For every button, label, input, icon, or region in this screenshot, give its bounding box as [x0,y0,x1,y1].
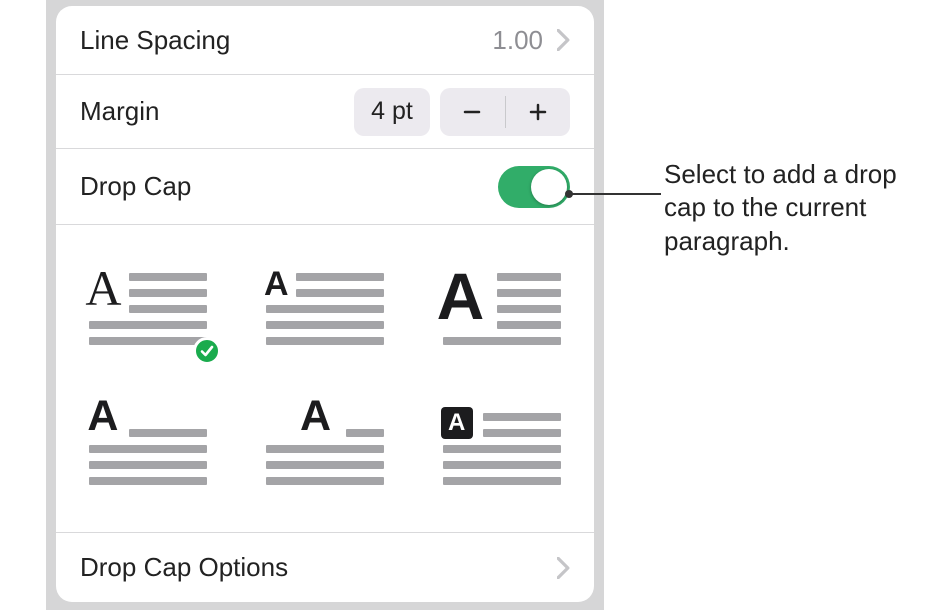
toggle-knob [531,169,567,205]
line-spacing-value: 1.00 [492,25,543,56]
drop-cap-options-label: Drop Cap Options [80,552,557,583]
drop-cap-style-6[interactable]: A [423,399,580,499]
margin-label: Margin [80,96,354,127]
drop-cap-styles-grid: A A [56,229,594,529]
drop-cap-row: Drop Cap [56,148,594,224]
drop-cap-options-row[interactable]: Drop Cap Options [56,532,594,602]
line-spacing-row[interactable]: Line Spacing 1.00 [56,6,594,74]
drop-cap-label: Drop Cap [80,171,498,202]
checkmark-icon [193,337,221,365]
drop-cap-toggle[interactable] [498,166,570,208]
callout-leader-line [567,193,661,195]
drop-cap-style-5[interactable]: A [247,399,404,499]
chevron-right-icon [557,557,570,579]
drop-cap-style-1[interactable]: A [70,259,227,359]
settings-panel: Line Spacing 1.00 Margin 4 pt Drop Cap [56,6,594,602]
margin-stepper [440,88,570,136]
margin-decrease-button[interactable] [440,88,505,136]
drop-cap-styles-section: A A [56,224,594,532]
settings-panel-container: Line Spacing 1.00 Margin 4 pt Drop Cap [46,0,604,610]
margin-row: Margin 4 pt [56,74,594,148]
drop-cap-style-3[interactable]: A [423,259,580,359]
chevron-right-icon [557,29,570,51]
drop-cap-style-4[interactable]: A [70,399,227,499]
margin-increase-button[interactable] [506,88,571,136]
line-spacing-label: Line Spacing [80,25,492,56]
margin-value[interactable]: 4 pt [354,88,430,136]
drop-cap-style-2[interactable]: A [247,259,404,359]
callout-text: Select to add a drop cap to the current … [664,158,944,258]
